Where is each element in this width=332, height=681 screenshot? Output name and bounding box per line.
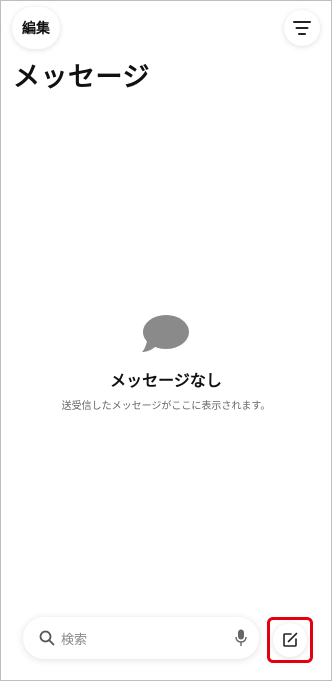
empty-state-title: メッセージなし (110, 371, 222, 390)
filter-button[interactable] (284, 10, 320, 46)
messages-screen: 編集 メッセージ メッセージなし 送受信したメッセージがここに表示されます。 検… (0, 0, 332, 681)
edit-button[interactable]: 編集 (12, 7, 60, 49)
compose-highlight (267, 617, 313, 663)
compose-button[interactable] (273, 623, 307, 657)
microphone-icon[interactable] (235, 629, 247, 647)
empty-state-subtitle: 送受信したメッセージがここに表示されます。 (61, 401, 271, 412)
chat-bubble-icon (142, 315, 189, 352)
edit-button-label: 編集 (22, 21, 50, 37)
search-input[interactable]: 検索 (61, 629, 235, 648)
page-title: メッセージ (13, 62, 150, 93)
compose-icon (283, 632, 298, 647)
search-bar[interactable]: 検索 (23, 617, 259, 659)
search-icon (39, 630, 55, 646)
empty-state: メッセージなし 送受信したメッセージがここに表示されます。 (1, 315, 331, 412)
filter-lines-icon (293, 21, 311, 35)
